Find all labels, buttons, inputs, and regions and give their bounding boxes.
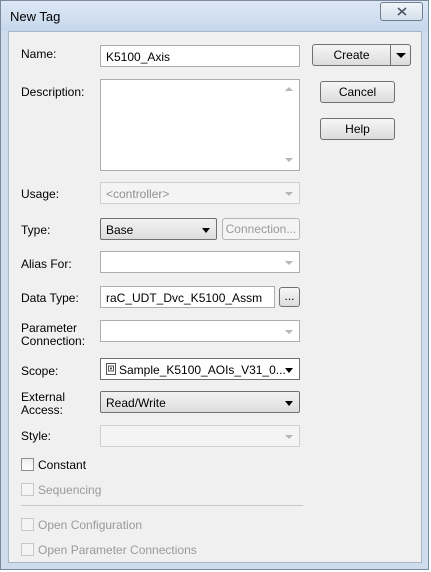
alias-for-label: Alias For: xyxy=(21,257,72,271)
cancel-button[interactable]: Cancel xyxy=(320,81,395,103)
create-button[interactable]: Create xyxy=(312,44,390,66)
parameter-connection-select[interactable] xyxy=(100,320,300,342)
open-configuration-checkbox xyxy=(21,518,34,531)
open-parameter-connections-checkbox xyxy=(21,543,34,556)
description-textarea[interactable] xyxy=(100,79,300,171)
usage-value: <controller> xyxy=(106,187,170,201)
data-type-field[interactable]: raC_UDT_Dvc_K5100_Assm xyxy=(100,286,275,308)
name-label: Name: xyxy=(21,47,57,61)
program-scope-icon xyxy=(106,363,116,375)
style-select xyxy=(100,425,300,447)
scroll-up-icon[interactable] xyxy=(285,87,293,91)
type-value: Base xyxy=(106,223,134,237)
external-access-select[interactable]: Read/Write xyxy=(100,391,300,413)
chevron-down-icon xyxy=(285,330,293,334)
parameter-connection-label-line1: Parameter xyxy=(21,321,78,335)
chevron-down-icon xyxy=(285,192,293,196)
chevron-down-icon xyxy=(285,261,293,265)
data-type-label: Data Type: xyxy=(21,291,79,305)
data-type-value: raC_UDT_Dvc_K5100_Assm xyxy=(106,291,263,305)
help-button[interactable]: Help xyxy=(320,118,395,140)
close-icon xyxy=(397,7,407,16)
constant-checkbox[interactable] xyxy=(21,458,34,471)
name-field[interactable]: K5100_Axis xyxy=(100,45,300,67)
close-button[interactable] xyxy=(380,2,423,21)
dialog-title: New Tag xyxy=(10,9,61,24)
dialog-body: Name: K5100_Axis Description: Usage: <co… xyxy=(8,31,422,563)
chevron-down-icon xyxy=(396,53,406,58)
scope-value: Sample_K5100_AOIs_V31_0... xyxy=(119,363,286,377)
chevron-down-icon xyxy=(285,435,293,439)
usage-select: <controller> xyxy=(100,182,300,204)
description-label: Description: xyxy=(21,85,85,99)
sequencing-label: Sequencing xyxy=(38,483,102,497)
scope-select[interactable]: Sample_K5100_AOIs_V31_0... xyxy=(100,358,300,380)
scroll-down-icon[interactable] xyxy=(285,158,293,162)
chevron-down-icon xyxy=(202,228,210,233)
style-label: Style: xyxy=(21,429,52,443)
sequencing-checkbox xyxy=(21,483,34,496)
external-access-label-line1: External xyxy=(21,390,66,404)
type-select[interactable]: Base xyxy=(100,218,217,240)
open-configuration-label: Open Configuration xyxy=(38,518,143,532)
usage-label: Usage: xyxy=(21,187,60,201)
chevron-down-icon xyxy=(285,401,293,406)
connection-button[interactable]: Connection... xyxy=(222,218,300,240)
divider xyxy=(21,505,303,506)
constant-label: Constant xyxy=(38,458,87,472)
chevron-down-icon xyxy=(285,368,293,373)
name-value: K5100_Axis xyxy=(106,50,171,64)
data-type-browse-button[interactable]: ... xyxy=(279,287,300,307)
create-menu-button[interactable] xyxy=(390,44,411,66)
external-access-value: Read/Write xyxy=(106,396,166,410)
alias-for-select[interactable] xyxy=(100,251,300,273)
title-bar[interactable]: New Tag xyxy=(1,1,428,31)
parameter-connection-label-line2: Connection: xyxy=(21,334,86,348)
new-tag-dialog: New Tag Name: K5100_Axis Description: Us… xyxy=(0,0,429,570)
split-divider xyxy=(390,48,391,62)
external-access-label-line2: Access: xyxy=(21,403,64,417)
scope-label: Scope: xyxy=(21,364,59,378)
open-parameter-connections-label: Open Parameter Connections xyxy=(38,543,197,557)
type-label: Type: xyxy=(21,223,51,237)
create-label: Create xyxy=(333,48,370,62)
